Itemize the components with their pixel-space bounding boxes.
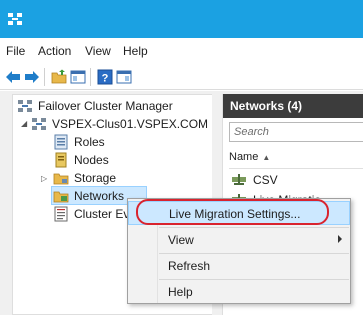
- toolbar-separator: [44, 68, 45, 86]
- pane-title: Networks (4): [230, 99, 303, 113]
- title-bar: [0, 0, 363, 38]
- tree-item-cluster-events[interactable]: Cluster Ev: [53, 205, 129, 223]
- menu-item-label: Help: [168, 285, 193, 299]
- submenu-arrow-icon: [338, 235, 342, 243]
- up-one-level-button[interactable]: [50, 68, 68, 86]
- failover-cluster-icon: [8, 13, 22, 25]
- toolbar-separator: [90, 68, 91, 86]
- list-item-label: CSV: [253, 173, 278, 187]
- svg-text:?: ?: [102, 73, 109, 85]
- roles-icon: [54, 134, 68, 150]
- back-button[interactable]: [4, 68, 22, 86]
- show-hide-tree-icon: [70, 70, 86, 84]
- collapsed-arrow-icon[interactable]: ▷: [41, 174, 47, 183]
- action-pane-button[interactable]: [115, 68, 133, 86]
- tree-item-label: VSPEX-Clus01.VSPEX.COM: [52, 117, 209, 131]
- back-arrow-icon: [6, 71, 20, 83]
- tree-item-label: Networks: [74, 188, 125, 203]
- list-item[interactable]: CSV: [231, 172, 278, 188]
- forward-button[interactable]: [23, 68, 41, 86]
- tree-item-label: Failover Cluster Manager: [38, 99, 173, 113]
- nodes-icon: [55, 152, 67, 168]
- cluster-events-icon: [54, 206, 68, 222]
- menu-item-refresh[interactable]: Refresh: [128, 254, 350, 278]
- cluster-icon: [32, 118, 46, 130]
- failover-cluster-icon: [18, 100, 32, 112]
- menu-item-label: View: [168, 233, 194, 247]
- show-hide-tree-button[interactable]: [69, 68, 87, 86]
- network-icon: [232, 174, 246, 185]
- highlight-annotation: [136, 199, 329, 225]
- tree-item-label: Nodes: [74, 153, 109, 167]
- menu-item-view[interactable]: View: [128, 228, 350, 252]
- menu-item-help[interactable]: Help: [128, 280, 350, 304]
- menu-item-label: Refresh: [168, 259, 211, 273]
- menu-help[interactable]: Help: [123, 44, 148, 58]
- action-pane-icon: [116, 70, 132, 84]
- menu-bar: File Action View Help: [0, 38, 363, 64]
- tree-item-roles[interactable]: Roles: [53, 133, 105, 151]
- menu-view[interactable]: View: [85, 44, 111, 58]
- networks-icon: [53, 191, 69, 202]
- help-button[interactable]: ?: [96, 68, 114, 86]
- column-header-name[interactable]: Name ▲: [229, 151, 270, 163]
- menu-action[interactable]: Action: [38, 44, 71, 58]
- storage-icon: [53, 173, 69, 185]
- folder-up-icon: [51, 69, 67, 84]
- column-header-label: Name: [229, 151, 259, 163]
- pane-header: Networks (4): [223, 94, 363, 118]
- expanded-arrow-icon[interactable]: ◢: [21, 119, 27, 128]
- tree-item-failover-cluster-manager[interactable]: Failover Cluster Manager: [17, 97, 173, 115]
- tree-item-storage[interactable]: Storage: [53, 169, 116, 187]
- header-divider: [229, 168, 363, 169]
- forward-arrow-icon: [25, 71, 39, 83]
- tree-item-nodes[interactable]: Nodes: [53, 151, 109, 169]
- toolbar: ?: [0, 64, 363, 90]
- tree-item-label: Storage: [74, 171, 117, 185]
- tree-item-cluster[interactable]: VSPEX-Clus01.VSPEX.COM: [31, 115, 208, 133]
- search-input[interactable]: [230, 123, 363, 141]
- help-icon: ?: [97, 69, 113, 85]
- search-box[interactable]: [229, 122, 363, 142]
- tree-item-label: Cluster Ev: [74, 207, 130, 221]
- menu-file[interactable]: File: [6, 44, 25, 58]
- sort-ascending-icon: ▲: [262, 153, 271, 162]
- tree-item-label: Roles: [74, 135, 105, 149]
